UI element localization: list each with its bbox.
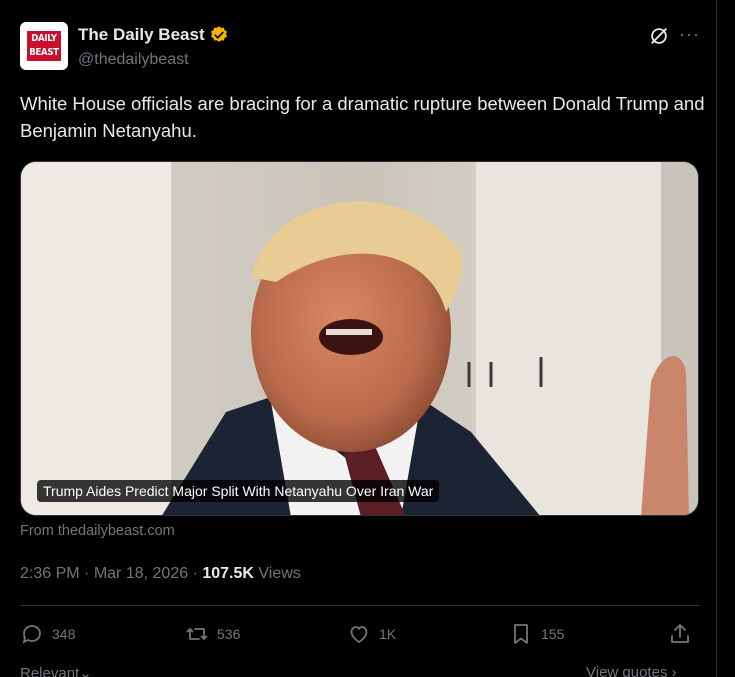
- bookmark-icon: [514, 624, 528, 644]
- tweet-time[interactable]: 2:36 PM: [20, 565, 80, 582]
- like-button[interactable]: 1K: [347, 622, 396, 646]
- chevron-right-icon: ›: [671, 664, 677, 677]
- repost-button[interactable]: 536: [185, 622, 240, 646]
- tweet-meta: 2:36 PM · Mar 18, 2026 · 107.5K Views: [20, 565, 301, 583]
- card-image: [21, 162, 698, 515]
- reply-button[interactable]: 348: [20, 622, 75, 646]
- view-quotes-label: View quotes: [586, 664, 668, 677]
- like-count: 1K: [379, 626, 397, 642]
- avatar[interactable]: DAILY BEAST: [20, 22, 68, 70]
- card-caption: Trump Aides Predict Major Split With Net…: [37, 480, 440, 502]
- reply-icon: [22, 625, 41, 644]
- display-name[interactable]: The Daily Beast: [78, 25, 205, 45]
- handle[interactable]: @thedailybeast: [78, 51, 189, 69]
- share-button[interactable]: [668, 622, 700, 646]
- repost-count: 536: [217, 626, 241, 642]
- logo-line2: BEAST: [29, 47, 59, 58]
- view-quotes-link[interactable]: View quotes ›: [586, 664, 677, 677]
- logo-line1: DAILY: [31, 33, 57, 44]
- name-row: The Daily Beast: [78, 25, 229, 45]
- bookmark-button[interactable]: 155: [509, 622, 564, 646]
- sort-label: Relevant: [20, 665, 80, 677]
- card-source[interactable]: From thedailybeast.com: [20, 523, 175, 539]
- verified-badge-icon[interactable]: [209, 25, 229, 45]
- heart-icon: [350, 626, 368, 644]
- tweet-text: White House officials are bracing for a …: [20, 93, 705, 141]
- daily-beast-logo: DAILY BEAST: [27, 31, 61, 61]
- repost-icon: [186, 628, 208, 640]
- reply-count: 348: [52, 626, 76, 642]
- meta-separator: ·: [192, 565, 198, 582]
- share-icon: [671, 624, 689, 643]
- divider: [20, 605, 700, 606]
- grok-icon[interactable]: [648, 25, 670, 47]
- meta-separator: ·: [84, 565, 90, 582]
- bookmark-count: 155: [541, 626, 565, 642]
- timeline-border: [716, 0, 717, 677]
- more-icon[interactable]: ···: [679, 24, 700, 45]
- tweet-date[interactable]: Mar 18, 2026: [94, 565, 188, 582]
- link-card[interactable]: Trump Aides Predict Major Split With Net…: [20, 161, 699, 516]
- tweet-header: DAILY BEAST The Daily Beast @thedailybea…: [20, 22, 700, 72]
- action-bar: 348 536 1K 155: [20, 622, 700, 652]
- views-count[interactable]: 107.5K: [202, 565, 254, 582]
- sort-dropdown[interactable]: Relevant⌄: [20, 664, 92, 677]
- chevron-down-icon: ⌄: [79, 665, 92, 677]
- views-label: Views: [258, 565, 301, 582]
